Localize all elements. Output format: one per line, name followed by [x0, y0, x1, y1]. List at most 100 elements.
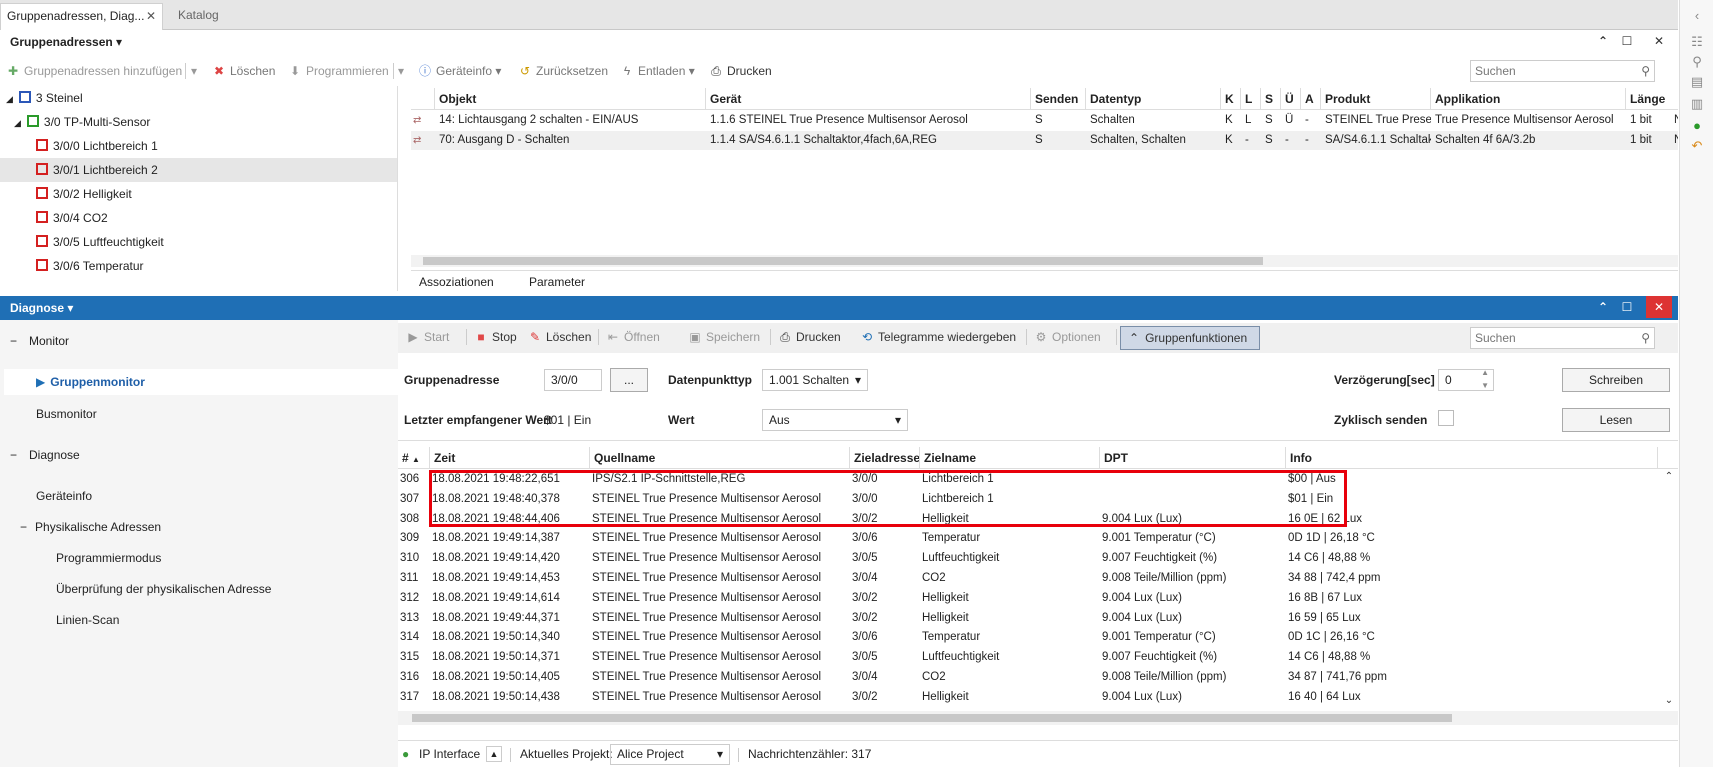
- close-icon[interactable]: ✕: [1646, 296, 1672, 318]
- program-button[interactable]: ⬇ Programmieren: [288, 62, 389, 80]
- nav-item-gruppenmonitor[interactable]: ▶ Gruppenmonitor: [4, 369, 398, 395]
- collapse-icon[interactable]: ⌃: [1592, 296, 1614, 318]
- col-zielname[interactable]: Zielname: [920, 447, 1100, 469]
- horizontal-scrollbar[interactable]: [398, 711, 1678, 725]
- delete-button[interactable]: ✖ Löschen: [212, 62, 275, 80]
- nav-item-linien-scan[interactable]: Linien-Scan: [0, 607, 398, 633]
- tree-item[interactable]: 3/0/4 CO2: [36, 206, 108, 230]
- col-objekt[interactable]: Objekt: [435, 88, 706, 110]
- col-datentyp[interactable]: Datentyp: [1086, 88, 1221, 110]
- reset-button[interactable]: ↺ Zurücksetzen: [518, 62, 608, 80]
- table-row[interactable]: 315 18.08.2021 19:50:14,371 STEINEL True P…: [398, 648, 1660, 667]
- spin-icon[interactable]: ▲ ▼: [1481, 366, 1489, 392]
- browse-button[interactable]: ...: [610, 368, 648, 392]
- col-info[interactable]: Info: [1286, 447, 1658, 469]
- collapse-icon[interactable]: ⌃: [1592, 30, 1614, 52]
- tab-gruppenadressen[interactable]: Gruppenadressen, Diag... ✕: [0, 3, 163, 30]
- panel-title[interactable]: Gruppenadressen: [10, 35, 113, 49]
- col-zeit[interactable]: Zeit: [430, 447, 590, 469]
- col-s[interactable]: S: [1261, 88, 1281, 110]
- expand-icon[interactable]: ◢: [6, 94, 13, 104]
- print-button[interactable]: ⎙ Drucken: [778, 328, 841, 346]
- tree-item[interactable]: 3/0/0 Lichtbereich 1: [36, 134, 158, 158]
- table-row[interactable]: 314 18.08.2021 19:50:14,340 STEINEL True P…: [398, 628, 1660, 647]
- nav-item-busmonitor[interactable]: Busmonitor: [0, 401, 398, 427]
- col-k[interactable]: K: [1221, 88, 1241, 110]
- col-ue[interactable]: Ü: [1281, 88, 1301, 110]
- chevron-left-icon[interactable]: ‹: [1689, 8, 1705, 24]
- vertical-scrollbar[interactable]: ⌃ ⌄: [1660, 469, 1678, 711]
- col-produkt[interactable]: Produkt: [1321, 88, 1431, 110]
- nav-item-ueberpruefung[interactable]: Überprüfung der physikalischen Adresse: [0, 576, 398, 602]
- document-icon[interactable]: ▥: [1689, 96, 1705, 112]
- panel-title[interactable]: Diagnose: [10, 301, 64, 315]
- play-icon[interactable]: ●: [1689, 118, 1705, 134]
- group-functions-toggle[interactable]: ⌃ Gruppenfunktionen: [1120, 326, 1260, 350]
- table-row[interactable]: 309 18.08.2021 19:49:14,387 STEINEL True P…: [398, 529, 1660, 548]
- write-button[interactable]: Schreiben: [1562, 368, 1670, 392]
- nav-section-monitor[interactable]: − Monitor: [0, 328, 398, 354]
- table-row[interactable]: 311 18.08.2021 19:49:14,453 STEINEL True P…: [398, 569, 1660, 588]
- stop-button[interactable]: ■ Stop: [474, 328, 516, 346]
- table-row[interactable]: 310 18.08.2021 19:49:14,420 STEINEL True P…: [398, 549, 1660, 568]
- tree-item[interactable]: 3/0/5 Luftfeuchtigkeit: [36, 230, 164, 254]
- chevron-down-icon[interactable]: ▾: [116, 35, 122, 49]
- nav-section-diagnose[interactable]: − Diagnose: [0, 442, 398, 468]
- col-laenge[interactable]: Länge: [1626, 88, 1678, 110]
- table-row[interactable]: ⇄ 14: Lichtausgang 2 schalten - EIN/AUS 1.…: [411, 111, 1678, 130]
- search-input[interactable]: Suchen ⚲: [1470, 327, 1655, 349]
- tab-assoziationen[interactable]: Assoziationen: [419, 273, 494, 291]
- search-tool-icon[interactable]: ⚲: [1689, 54, 1705, 70]
- tab-parameter[interactable]: Parameter: [529, 273, 585, 291]
- close-icon[interactable]: ✕: [146, 4, 156, 29]
- col-senden[interactable]: Senden: [1031, 88, 1086, 110]
- expand-icon[interactable]: ◢: [14, 118, 21, 128]
- open-button[interactable]: ⇤ Öffnen: [606, 328, 660, 346]
- tab-katalog[interactable]: Katalog: [172, 3, 225, 30]
- col-applikation[interactable]: Applikation: [1431, 88, 1626, 110]
- interface-label[interactable]: IP Interface: [419, 741, 480, 767]
- nav-item-geraeteinfo[interactable]: Geräteinfo: [0, 483, 398, 509]
- table-row[interactable]: 313 18.08.2021 19:49:44,371 STEINEL True P…: [398, 609, 1660, 628]
- col-dpt[interactable]: DPT: [1100, 447, 1286, 469]
- project-select[interactable]: Alice Project ▾: [610, 744, 730, 765]
- horizontal-scrollbar[interactable]: [411, 255, 1678, 267]
- nav-item-physikalische-adressen[interactable]: − Physikalische Adressen: [0, 514, 398, 540]
- clear-button[interactable]: ✎ Löschen: [528, 328, 591, 346]
- col-geraet[interactable]: Gerät: [706, 88, 1031, 110]
- options-button[interactable]: ⚙ Optionen: [1034, 328, 1101, 346]
- value-select[interactable]: Aus ▾: [762, 409, 908, 431]
- tree-item[interactable]: 3/0/2 Helligkeit: [36, 182, 132, 206]
- close-icon[interactable]: ✕: [1648, 30, 1670, 52]
- delay-stepper[interactable]: 0 ▲ ▼: [1438, 366, 1494, 392]
- start-button[interactable]: ▶ Start: [406, 328, 449, 346]
- maximize-icon[interactable]: ☐: [1616, 30, 1638, 52]
- tree-item[interactable]: ◢ 3/0 TP-Multi-Sensor: [14, 110, 150, 134]
- search-input[interactable]: Suchen ⚲: [1470, 60, 1655, 82]
- col-number[interactable]: # ▲: [398, 447, 430, 469]
- replay-telegrams-button[interactable]: ⟲ Telegramme wiedergeben: [860, 328, 1016, 346]
- chevron-down-icon[interactable]: ▾: [67, 301, 73, 315]
- col-a[interactable]: A: [1301, 88, 1321, 110]
- table-row[interactable]: 317 18.08.2021 19:50:14,438 STEINEL True P…: [398, 688, 1660, 707]
- cyclic-checkbox[interactable]: [1438, 410, 1454, 426]
- dpt-select[interactable]: 1.001 Schalten ▾: [762, 369, 868, 391]
- print-button[interactable]: ⎙ Drucken: [709, 62, 772, 80]
- tree-item[interactable]: ◢ 3 Steinel: [6, 86, 83, 110]
- nav-item-programmiermodus[interactable]: Programmiermodus: [0, 545, 398, 571]
- tree-scrollbar[interactable]: [397, 86, 398, 291]
- tree-item[interactable]: 3/0/6 Temperatur: [36, 254, 144, 278]
- table-row[interactable]: ⇄ 70: Ausgang D - Schalten 1.1.4 SA/S4.6.1…: [411, 131, 1678, 150]
- device-info-button[interactable]: ⓘ Geräteinfo ▾: [418, 62, 501, 80]
- table-row[interactable]: 312 18.08.2021 19:49:14,614 STEINEL True P…: [398, 589, 1660, 608]
- properties-icon[interactable]: ☷: [1689, 34, 1705, 50]
- table-row[interactable]: 316 18.08.2021 19:50:14,405 STEINEL True P…: [398, 668, 1660, 687]
- unload-button[interactable]: ϟ Entladen ▾: [620, 62, 695, 80]
- add-group-address-button[interactable]: ✚ Gruppenadressen hinzufügen: [6, 62, 182, 80]
- program-dropdown-icon[interactable]: ▾: [398, 62, 404, 80]
- group-address-input[interactable]: 3/0/0: [544, 369, 602, 391]
- col-l[interactable]: L: [1241, 88, 1261, 110]
- interface-dropdown-icon[interactable]: ▲: [486, 746, 502, 762]
- tree-item-selected[interactable]: 3/0/1 Lichtbereich 2: [0, 158, 397, 182]
- save-button[interactable]: ▣ Speichern: [688, 328, 760, 346]
